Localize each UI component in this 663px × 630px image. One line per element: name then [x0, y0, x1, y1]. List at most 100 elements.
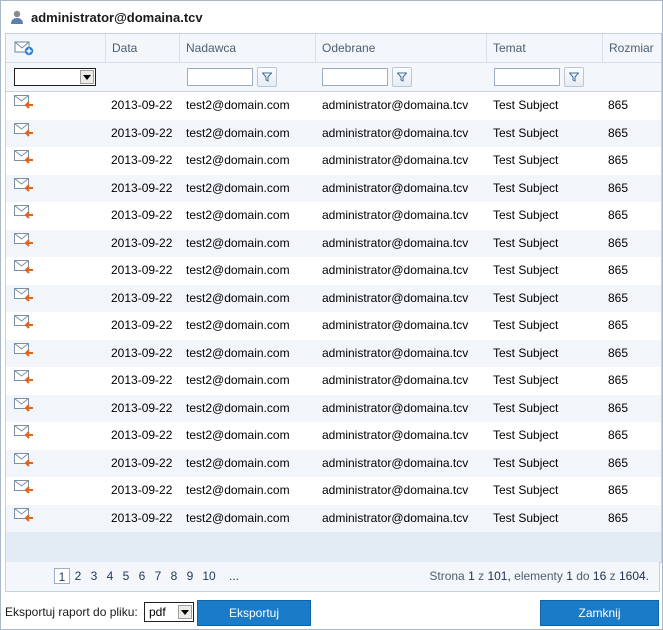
cell-date: 2013-09-22 — [111, 208, 173, 222]
page-link-3[interactable]: 3 — [86, 568, 102, 584]
cell-date: 2013-09-22 — [111, 263, 173, 277]
table-row[interactable]: 2013-09-22 test2@domain.com administrator@… — [6, 147, 661, 175]
table-row[interactable]: 2013-09-22 test2@domain.com administrator@… — [6, 229, 661, 257]
table-row[interactable]: 2013-09-22 test2@domain.com administrator@… — [6, 257, 661, 285]
page-info-of2: z — [609, 569, 616, 583]
cell-sender: test2@domain.com — [186, 125, 290, 140]
page-link-8[interactable]: 8 — [166, 568, 182, 584]
cell-date: 2013-09-22 — [111, 400, 173, 415]
cell-sender: test2@domain.com — [186, 400, 290, 415]
page-link-2[interactable]: 2 — [70, 568, 86, 584]
mail-incoming-icon — [14, 95, 33, 109]
cell-recipient: administrator@domaina.tcv — [322, 98, 469, 112]
cell-size: 865 — [608, 400, 629, 415]
cell-sender: test2@domain.com — [186, 290, 290, 305]
cell-size: 865 — [608, 98, 629, 112]
cell-recipient: administrator@domaina.tcv — [322, 455, 469, 470]
cell-size: 865 — [608, 180, 629, 195]
mail-grid: Data Nadawca Odebrane Temat Rozmiar 2013… — [5, 33, 662, 563]
cell-subject: Test Subject — [493, 208, 559, 222]
page-info-items-label: elementy — [514, 569, 563, 583]
window-title: administrator@domaina.tcv — [31, 9, 203, 25]
funnel-icon — [569, 72, 579, 82]
mail-incoming-icon — [14, 342, 33, 357]
table-row[interactable]: 2013-09-22 test2@domain.com administrator@… — [6, 504, 661, 532]
mail-incoming-icon — [14, 507, 33, 522]
table-row[interactable]: 2013-09-22 test2@domain.com administrator@… — [6, 284, 661, 312]
cell-recipient: administrator@domaina.tcv — [322, 428, 469, 442]
cell-subject: Test Subject — [493, 98, 559, 112]
page-link-more[interactable]: ... — [226, 568, 242, 584]
cell-size: 865 — [608, 428, 629, 442]
mail-incoming-icon — [14, 150, 33, 164]
table-row[interactable]: 2013-09-22 test2@domain.com administrator@… — [6, 367, 661, 395]
cell-subject: Test Subject — [493, 290, 559, 305]
mail-add-icon[interactable] — [14, 40, 34, 56]
cell-recipient: administrator@domaina.tcv — [322, 208, 469, 222]
cell-recipient: administrator@domaina.tcv — [322, 483, 469, 497]
header-icon-cell — [6, 34, 104, 62]
cell-subject: Test Subject — [493, 235, 559, 250]
col-header-date[interactable]: Data — [105, 34, 180, 62]
page-link-4[interactable]: 4 — [102, 568, 118, 584]
col-header-recipient[interactable]: Odebrane — [315, 34, 486, 62]
mail-incoming-icon — [14, 232, 33, 247]
page-link-5[interactable]: 5 — [118, 568, 134, 584]
cell-subject: Test Subject — [493, 345, 559, 360]
cell-subject: Test Subject — [493, 263, 559, 277]
cell-sender: test2@domain.com — [186, 208, 290, 222]
table-row[interactable]: 2013-09-22 test2@domain.com administrator@… — [6, 394, 661, 422]
cell-subject: Test Subject — [493, 318, 559, 332]
page-info-of: z — [478, 569, 485, 583]
sender-filter-button[interactable] — [257, 67, 277, 87]
cell-recipient: administrator@domaina.tcv — [322, 345, 469, 360]
col-header-sender[interactable]: Nadawca — [179, 34, 316, 62]
subject-filter-button[interactable] — [564, 67, 584, 87]
sender-filter-input[interactable] — [187, 68, 253, 86]
type-filter-select[interactable] — [14, 68, 96, 86]
page-link-10[interactable]: 10 — [198, 568, 220, 584]
cell-date: 2013-09-22 — [111, 510, 173, 525]
table-row[interactable]: 2013-09-22 test2@domain.com administrator@… — [6, 92, 661, 120]
cell-date: 2013-09-22 — [111, 373, 173, 387]
page-link-1[interactable]: 1 — [54, 568, 70, 584]
table-row[interactable]: 2013-09-22 test2@domain.com administrator@… — [6, 449, 661, 477]
cell-sender: test2@domain.com — [186, 235, 290, 250]
col-header-size[interactable]: Rozmiar — [602, 34, 661, 62]
col-header-subject[interactable]: Temat — [486, 34, 601, 62]
chevron-down-icon — [80, 70, 94, 84]
cell-sender: test2@domain.com — [186, 483, 290, 497]
export-format-select[interactable]: pdf — [144, 602, 194, 622]
cell-subject: Test Subject — [493, 153, 559, 167]
pager: 1 2 3 4 5 6 7 8 9 10... Strona 1 z 101, elementy … — [5, 562, 660, 592]
cell-date: 2013-09-22 — [111, 345, 173, 360]
table-row[interactable]: 2013-09-22 test2@domain.com administrator@… — [6, 422, 661, 450]
close-button[interactable]: Zamknij — [540, 600, 659, 626]
page-link-9[interactable]: 9 — [182, 568, 198, 584]
grid-header: Data Nadawca Odebrane Temat Rozmiar — [6, 34, 661, 63]
page-link-6[interactable]: 6 — [134, 568, 150, 584]
cell-date: 2013-09-22 — [111, 483, 173, 497]
cell-recipient: administrator@domaina.tcv — [322, 180, 469, 195]
subject-filter-input[interactable] — [494, 68, 560, 86]
page-info-label: Strona — [429, 569, 465, 583]
cell-size: 865 — [608, 510, 629, 525]
table-row[interactable]: 2013-09-22 test2@domain.com administrator@… — [6, 202, 661, 230]
page-link-7[interactable]: 7 — [150, 568, 166, 584]
table-row[interactable]: 2013-09-22 test2@domain.com administrator@… — [6, 312, 661, 340]
recipient-filter-input[interactable] — [322, 68, 388, 86]
mail-incoming-icon — [14, 287, 33, 302]
export-button[interactable]: Eksportuj — [197, 600, 311, 626]
table-row[interactable]: 2013-09-22 test2@domain.com administrator@… — [6, 339, 661, 367]
table-row[interactable]: 2013-09-22 test2@domain.com administrator@… — [6, 174, 661, 202]
cell-recipient: administrator@domaina.tcv — [322, 290, 469, 305]
table-row[interactable]: 2013-09-22 test2@domain.com administrator@… — [6, 119, 661, 147]
table-row[interactable]: 2013-09-22 test2@domain.com administrator@… — [6, 477, 661, 505]
titlebar: administrator@domaina.tcv — [9, 7, 203, 27]
cell-size: 865 — [608, 345, 629, 360]
cell-size: 865 — [608, 263, 629, 277]
cell-date: 2013-09-22 — [111, 153, 173, 167]
recipient-filter-button[interactable] — [392, 67, 412, 87]
export-label: Eksportuj raport do pliku: — [5, 605, 138, 619]
cell-subject: Test Subject — [493, 180, 559, 195]
